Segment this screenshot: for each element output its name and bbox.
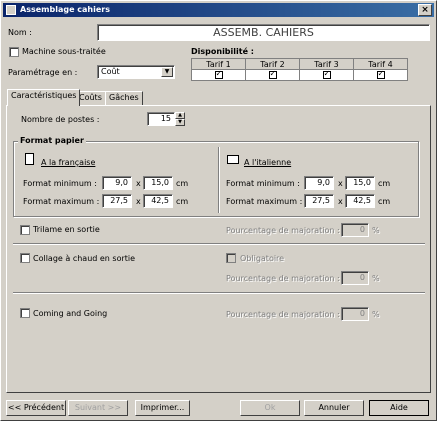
separator [13, 243, 425, 245]
italienne-min-label: Format minimum : [226, 179, 300, 188]
nombre-postes-spinner[interactable]: ▲ ▼ [175, 112, 185, 126]
a-l-italienne-label[interactable]: A l'italienne [244, 158, 291, 167]
tarif-3-checkbox[interactable] [322, 69, 331, 79]
coming-pourcentage-input[interactable]: 0 [341, 307, 369, 321]
coming-pct-unit: % [372, 310, 380, 319]
tarifs-table: Tarif 1 Tarif 2 Tarif 3 Tarif 4 [191, 58, 408, 81]
separator [13, 292, 425, 294]
tarif-4-header: Tarif 4 [353, 58, 408, 70]
tarif-3-header: Tarif 3 [299, 58, 354, 70]
nombre-postes-input[interactable]: 15 [147, 112, 175, 126]
francaise-min-sep: x [136, 179, 141, 188]
format-papier-title: Format papier [18, 136, 86, 145]
collage-checkbox[interactable] [20, 253, 30, 263]
landscape-page-icon [227, 155, 239, 164]
trilame-pct-unit: % [372, 226, 380, 235]
trilame-pourcentage-input[interactable]: 0 [341, 223, 369, 237]
italienne-max-width[interactable]: 27,5 [304, 194, 334, 208]
francaise-min-unit: cm [176, 179, 189, 188]
coming-and-going-checkbox[interactable] [20, 308, 30, 318]
francaise-max-label: Format maximum : [23, 197, 100, 206]
trilame-pourcentage-label: Pourcentage de majoration : [226, 226, 340, 235]
tab-gaches[interactable]: Gâches [105, 91, 143, 105]
a-la-francaise-label[interactable]: A la française [41, 158, 95, 167]
spin-up-icon[interactable]: ▲ [175, 112, 185, 119]
machine-sous-traitee-label: Machine sous-traitée [22, 47, 106, 56]
machine-sous-traitee-checkbox[interactable] [9, 47, 19, 57]
nom-label: Nom : [8, 28, 32, 37]
tarif-2-checkbox[interactable] [268, 69, 277, 79]
coming-and-going-label: Coming and Going [33, 309, 108, 318]
italienne-max-label: Format maximum : [226, 197, 303, 206]
tab-panel-caracteristiques: Nombre de postes : 15 ▲ ▼ Format papier … [6, 105, 431, 393]
italienne-max-unit: cm [378, 197, 391, 206]
trilame-checkbox[interactable] [20, 225, 30, 235]
ok-button[interactable]: Ok [240, 400, 300, 416]
portrait-page-icon [25, 153, 34, 165]
disponibilite-label: Disponibilité : [191, 47, 254, 56]
nom-input[interactable]: ASSEMB. CAHIERS [97, 24, 430, 41]
francaise-max-unit: cm [176, 197, 189, 206]
francaise-max-width[interactable]: 27,5 [102, 194, 132, 208]
tab-caracteristiques[interactable]: Caractéristiques [7, 89, 81, 106]
francaise-min-width[interactable]: 9,0 [102, 176, 132, 190]
chevron-down-icon[interactable]: ▼ [161, 67, 173, 77]
francaise-max-height[interactable]: 42,5 [143, 194, 173, 208]
window-title: Assemblage cahiers [20, 5, 110, 14]
collage-pct-unit: % [372, 274, 380, 283]
tarif-2-header: Tarif 2 [245, 58, 300, 70]
dialog-window: Assemblage cahiers × Nom : ASSEMB. CAHIE… [0, 0, 437, 421]
parametrage-select-value: Coût [101, 67, 120, 76]
francaise-min-label: Format minimum : [23, 179, 97, 188]
aide-button[interactable]: Aide [369, 400, 429, 416]
imprimer-button[interactable]: Imprimer... [135, 400, 190, 416]
tarif-1-header: Tarif 1 [191, 58, 246, 70]
close-button[interactable]: × [418, 4, 432, 16]
italienne-min-width[interactable]: 9,0 [304, 176, 334, 190]
tarif-4-checkbox[interactable] [376, 69, 385, 79]
format-divider [218, 147, 220, 213]
collage-label: Collage à chaud en sortie [33, 254, 136, 263]
italienne-max-height[interactable]: 42,5 [345, 194, 375, 208]
precedent-button[interactable]: << Précédent [6, 400, 66, 416]
obligatoire-checkbox[interactable] [226, 253, 236, 263]
parametrage-select[interactable]: Coût ▼ [97, 65, 175, 79]
collage-pourcentage-input[interactable]: 0 [341, 271, 369, 285]
italienne-min-sep: x [338, 179, 343, 188]
collage-pourcentage-label: Pourcentage de majoration : [226, 274, 340, 283]
francaise-min-height[interactable]: 15,0 [143, 176, 173, 190]
italienne-min-unit: cm [378, 179, 391, 188]
annuler-button[interactable]: Annuler [304, 400, 364, 416]
window-icon [6, 5, 16, 15]
francaise-max-sep: x [136, 197, 141, 206]
italienne-max-sep: x [338, 197, 343, 206]
italienne-min-height[interactable]: 15,0 [345, 176, 375, 190]
trilame-label: Trilame en sortie [33, 225, 100, 234]
spin-down-icon[interactable]: ▼ [175, 119, 185, 126]
title-bar[interactable]: Assemblage cahiers × [3, 3, 434, 17]
parametrage-label: Paramétrage en : [8, 68, 78, 77]
nombre-postes-label: Nombre de postes : [21, 115, 100, 124]
obligatoire-label: Obligatoire [240, 254, 285, 263]
suivant-button[interactable]: Suivant >> [68, 400, 128, 416]
coming-pourcentage-label: Pourcentage de majoration : [226, 310, 340, 319]
tarif-1-checkbox[interactable] [214, 69, 223, 79]
